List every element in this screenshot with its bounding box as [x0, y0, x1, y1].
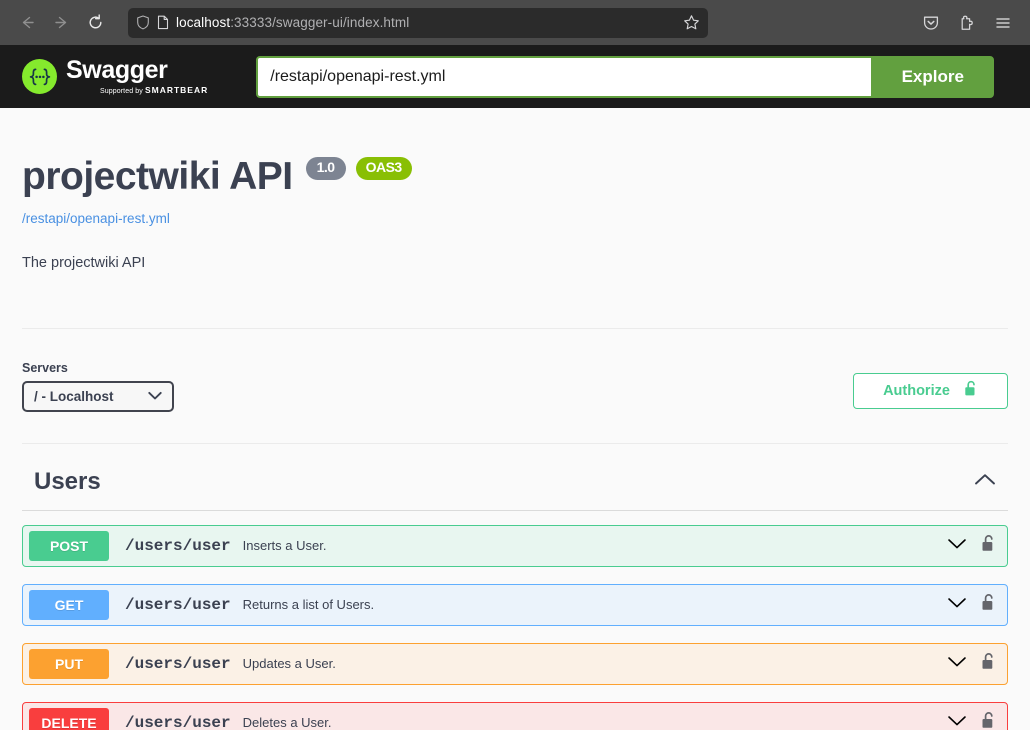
- operation-path: /users/user: [125, 713, 231, 730]
- expand-chevron-down-icon[interactable]: [947, 537, 967, 555]
- pocket-icon: [923, 16, 939, 30]
- forward-arrow-icon: [54, 16, 66, 29]
- expand-chevron-down-icon[interactable]: [947, 596, 967, 614]
- server-select[interactable]: / - Localhost: [22, 380, 174, 412]
- tag-section-users: Users POST /users/user Inserts a User. G…: [0, 444, 1030, 730]
- supported-by-text: Supported by: [100, 88, 143, 95]
- method-badge-post: POST: [29, 530, 109, 561]
- operation-row-get-users-user[interactable]: GET /users/user Returns a list of Users.: [22, 583, 1008, 626]
- api-title-text: projectwiki API: [22, 155, 293, 198]
- explore-button[interactable]: Explore: [871, 55, 995, 98]
- url-host: localhost: [176, 15, 231, 30]
- hamburger-menu-icon: [996, 17, 1010, 28]
- tag-name-users: Users: [34, 467, 101, 495]
- browser-chrome-right-icons: [916, 8, 1018, 38]
- expand-chevron-down-icon[interactable]: [947, 655, 967, 673]
- tag-header-users[interactable]: Users: [22, 444, 1008, 511]
- braces-dots-icon: [29, 68, 50, 85]
- expand-chevron-down-icon[interactable]: [947, 714, 967, 730]
- shield-icon: [137, 15, 149, 30]
- authorization-unlock-icon[interactable]: [981, 652, 996, 676]
- operations-list-users: POST /users/user Inserts a User. GET /us…: [22, 511, 1008, 730]
- spec-url-link[interactable]: /restapi/openapi-rest.yml: [22, 211, 170, 226]
- chevron-up-icon[interactable]: [974, 473, 996, 491]
- oas-badge: OAS3: [355, 157, 412, 180]
- servers-block: Servers / - Localhost: [22, 361, 174, 412]
- address-bar[interactable]: localhost:33333/swagger-ui/index.html: [128, 7, 708, 38]
- pocket-button[interactable]: [916, 8, 946, 38]
- operation-controls: [947, 593, 996, 617]
- operation-path: /users/user: [125, 536, 231, 555]
- operation-controls: [947, 711, 996, 730]
- operation-row-delete-users-user[interactable]: DELETE /users/user Deletes a User.: [22, 701, 1008, 730]
- operation-row-put-users-user[interactable]: PUT /users/user Updates a User.: [22, 642, 1008, 685]
- extensions-button[interactable]: [952, 8, 982, 38]
- chevron-down-icon: [148, 392, 162, 401]
- authorize-button[interactable]: Authorize: [853, 372, 1008, 409]
- method-badge-put: PUT: [29, 648, 109, 679]
- operation-controls: [947, 534, 996, 558]
- api-info-block: projectwiki API 1.0 OAS3 /restapi/openap…: [22, 108, 1008, 271]
- back-button[interactable]: [12, 8, 42, 38]
- reload-button[interactable]: [80, 8, 110, 38]
- star-icon[interactable]: [683, 14, 700, 31]
- info-container: projectwiki API 1.0 OAS3 /restapi/openap…: [0, 108, 1030, 329]
- operation-row-post-users-user[interactable]: POST /users/user Inserts a User.: [22, 524, 1008, 567]
- page-icon: [157, 15, 169, 30]
- url-text: localhost:33333/swagger-ui/index.html: [176, 15, 676, 30]
- operation-summary: Returns a list of Users.: [242, 597, 375, 613]
- back-arrow-icon: [22, 16, 34, 29]
- operation-path: /users/user: [125, 595, 231, 614]
- spec-url-input[interactable]: [256, 55, 872, 98]
- swagger-logo-title: Swagger: [66, 56, 168, 84]
- operation-summary: Updates a User.: [242, 656, 336, 672]
- browser-toolbar: localhost:33333/swagger-ui/index.html: [0, 0, 1030, 45]
- server-select-value: / - Localhost: [34, 388, 114, 404]
- authorize-label: Authorize: [883, 382, 950, 399]
- authorization-unlock-icon[interactable]: [981, 593, 996, 617]
- url-path: :33333/swagger-ui/index.html: [230, 15, 410, 30]
- servers-label: Servers: [22, 360, 68, 375]
- swagger-ui-main: projectwiki API 1.0 OAS3 /restapi/openap…: [0, 108, 1030, 730]
- explore-form: Explore: [256, 55, 995, 98]
- puzzle-icon: [961, 15, 973, 30]
- operation-summary: Inserts a User.: [242, 538, 327, 554]
- operation-summary: Deletes a User.: [242, 715, 332, 730]
- authorization-unlock-icon[interactable]: [981, 534, 996, 558]
- swagger-wordmark: Swagger Supported by SMARTBEAR: [66, 56, 208, 96]
- page-title: projectwiki API 1.0 OAS3: [22, 155, 1008, 199]
- reload-icon: [89, 14, 102, 29]
- version-badge: 1.0: [305, 157, 346, 180]
- method-badge-get: GET: [29, 589, 109, 620]
- operation-path: /users/user: [125, 654, 231, 673]
- menu-button[interactable]: [988, 8, 1018, 38]
- unlock-icon: [964, 380, 978, 401]
- swagger-topbar: Swagger Supported by SMARTBEAR Explore: [0, 45, 1030, 108]
- servers-row: Servers / - Localhost Authorize: [0, 329, 1030, 412]
- method-badge-delete: DELETE: [29, 707, 109, 730]
- api-description: The projectwiki API: [22, 254, 146, 271]
- operation-controls: [947, 652, 996, 676]
- swagger-logo-subtitle: Supported by SMARTBEAR: [100, 86, 208, 95]
- swagger-logo[interactable]: Swagger Supported by SMARTBEAR: [22, 58, 208, 95]
- authorization-unlock-icon[interactable]: [981, 711, 996, 730]
- smartbear-text: SMARTBEAR: [144, 85, 209, 95]
- forward-button[interactable]: [46, 8, 76, 38]
- swagger-logo-icon: [22, 59, 57, 94]
